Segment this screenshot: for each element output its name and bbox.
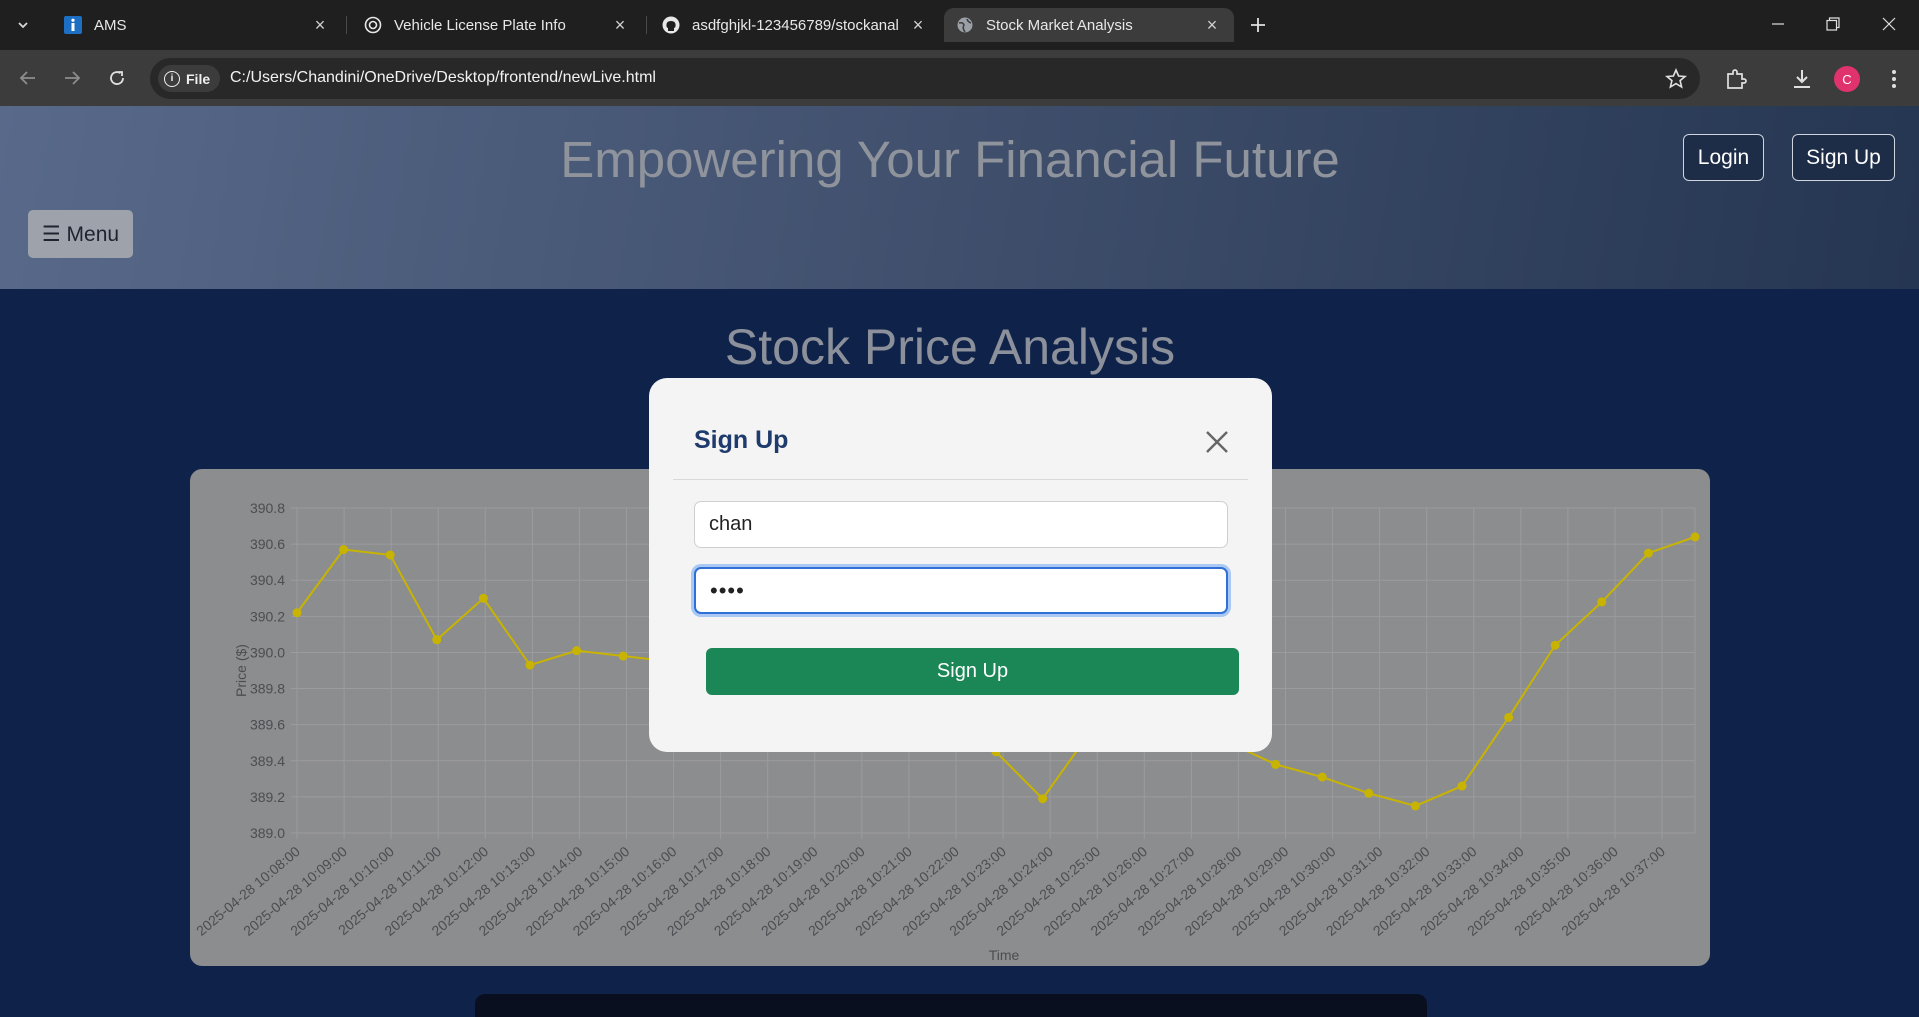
- y-tick-label: 389.0: [250, 825, 285, 841]
- tab-title: Vehicle License Plate Info: [394, 16, 566, 34]
- data-point: [339, 545, 349, 555]
- data-point: [1317, 772, 1327, 782]
- star-icon: [1664, 67, 1688, 89]
- data-point: [432, 635, 442, 645]
- data-point: [292, 608, 302, 618]
- info-icon: i: [164, 70, 180, 87]
- data-point: [1643, 548, 1653, 558]
- y-tick-label: 389.4: [250, 753, 285, 769]
- file-chip-label: File: [186, 70, 211, 87]
- tab-title: Stock Market Analysis: [986, 16, 1133, 34]
- tab-title: asdfghjkl-123456789/stockanal: [692, 16, 899, 34]
- y-tick-label: 390.6: [250, 536, 285, 552]
- tab-title: AMS: [94, 16, 127, 34]
- y-tick-label: 389.8: [250, 681, 285, 697]
- browser-menu-button[interactable]: [1880, 65, 1908, 93]
- downloads-button[interactable]: [1788, 65, 1816, 93]
- site-info-chip[interactable]: i File: [158, 65, 221, 92]
- bottom-panel: [475, 994, 1427, 1017]
- y-tick-label: 390.0: [250, 644, 285, 660]
- header-signup-button[interactable]: Sign Up: [1792, 134, 1895, 181]
- data-point: [1038, 794, 1048, 804]
- tab-stock-market-analysis[interactable]: Stock Market Analysis ×: [944, 8, 1234, 42]
- new-tab-button[interactable]: [1244, 12, 1272, 38]
- close-icon[interactable]: ×: [310, 15, 330, 35]
- y-tick-label: 390.4: [250, 572, 285, 588]
- y-axis-label: Price ($): [233, 644, 249, 697]
- data-point: [1550, 640, 1560, 650]
- section-title: Stock Price Analysis: [724, 319, 1176, 375]
- tab-github-stockanalysis[interactable]: asdfghjkl-123456789/stockanal ×: [650, 8, 940, 42]
- menu-button[interactable]: ☰ Menu: [28, 210, 133, 258]
- tab-search-button[interactable]: [10, 12, 36, 38]
- github-favicon-icon: [662, 16, 680, 34]
- ams-favicon-icon: [64, 16, 82, 34]
- plus-icon: [1251, 18, 1265, 32]
- forward-button[interactable]: [58, 64, 86, 92]
- data-point: [525, 660, 535, 670]
- data-point: [572, 646, 582, 656]
- download-icon: [1794, 70, 1810, 88]
- close-window-button[interactable]: [1867, 8, 1911, 40]
- tab-vehicle-license-plate-info[interactable]: Vehicle License Plate Info ×: [352, 8, 642, 42]
- restore-icon: [1826, 17, 1840, 31]
- openai-favicon-icon: [364, 16, 382, 34]
- tab-separator: [346, 16, 347, 34]
- url-text[interactable]: C:/Users/Chandini/OneDrive/Desktop/front…: [230, 69, 656, 87]
- close-icon[interactable]: ×: [610, 15, 630, 35]
- hero-header: Empowering Your Financial Future Login S…: [0, 106, 1919, 289]
- browser-tab-bar: AMS × Vehicle License Plate Info × asdfg…: [0, 0, 1919, 50]
- puzzle-icon: [1727, 69, 1747, 89]
- kebab-menu-icon: [1892, 70, 1896, 88]
- close-icon[interactable]: ×: [1202, 15, 1222, 35]
- arrow-right-icon: [65, 71, 81, 85]
- signup-submit-button[interactable]: Sign Up: [706, 648, 1239, 695]
- minimize-icon: [1772, 23, 1784, 25]
- hero-title: Empowering Your Financial Future: [560, 131, 1340, 188]
- x-axis-label: Time: [989, 947, 1020, 963]
- data-point: [1504, 712, 1514, 722]
- data-point: [1457, 781, 1467, 791]
- data-point: [478, 593, 488, 603]
- data-point: [385, 550, 395, 560]
- username-input[interactable]: [694, 501, 1228, 548]
- arrow-left-icon: [19, 71, 35, 85]
- data-point: [1410, 801, 1420, 811]
- back-button[interactable]: [14, 64, 42, 92]
- minimize-button[interactable]: [1756, 8, 1800, 40]
- y-tick-label: 390.2: [250, 608, 285, 624]
- globe-favicon-icon: [956, 16, 974, 34]
- reload-icon: [110, 71, 124, 85]
- profile-avatar[interactable]: C: [1834, 66, 1860, 92]
- login-button[interactable]: Login: [1683, 134, 1764, 181]
- tab-separator: [646, 16, 647, 34]
- extensions-button[interactable]: [1722, 65, 1750, 93]
- data-point: [1597, 597, 1607, 607]
- close-icon: [1882, 17, 1896, 31]
- y-tick-label: 389.2: [250, 789, 285, 805]
- avatar-initial: C: [1842, 71, 1852, 87]
- data-point: [1364, 788, 1374, 798]
- password-input[interactable]: [694, 567, 1228, 614]
- browser-toolbar: i File C:/Users/Chandini/OneDrive/Deskto…: [0, 50, 1919, 106]
- y-tick-label: 390.8: [250, 500, 285, 516]
- data-point: [618, 651, 628, 661]
- y-tick-label: 389.6: [250, 717, 285, 733]
- data-point: [1690, 532, 1700, 542]
- data-point: [1271, 759, 1281, 769]
- signup-modal: Sign Up Sign Up: [649, 378, 1272, 752]
- bookmark-star-button[interactable]: [1664, 67, 1688, 91]
- modal-close-button[interactable]: [1203, 428, 1231, 456]
- address-bar[interactable]: i File C:/Users/Chandini/OneDrive/Deskto…: [150, 58, 1700, 99]
- tab-ams[interactable]: AMS ×: [52, 8, 342, 42]
- close-icon: [1206, 431, 1228, 453]
- modal-divider: [673, 479, 1248, 480]
- restore-button[interactable]: [1811, 8, 1855, 40]
- close-icon[interactable]: ×: [908, 15, 928, 35]
- modal-title: Sign Up: [694, 426, 789, 454]
- chevron-down-icon: [18, 22, 28, 29]
- reload-button[interactable]: [103, 64, 131, 92]
